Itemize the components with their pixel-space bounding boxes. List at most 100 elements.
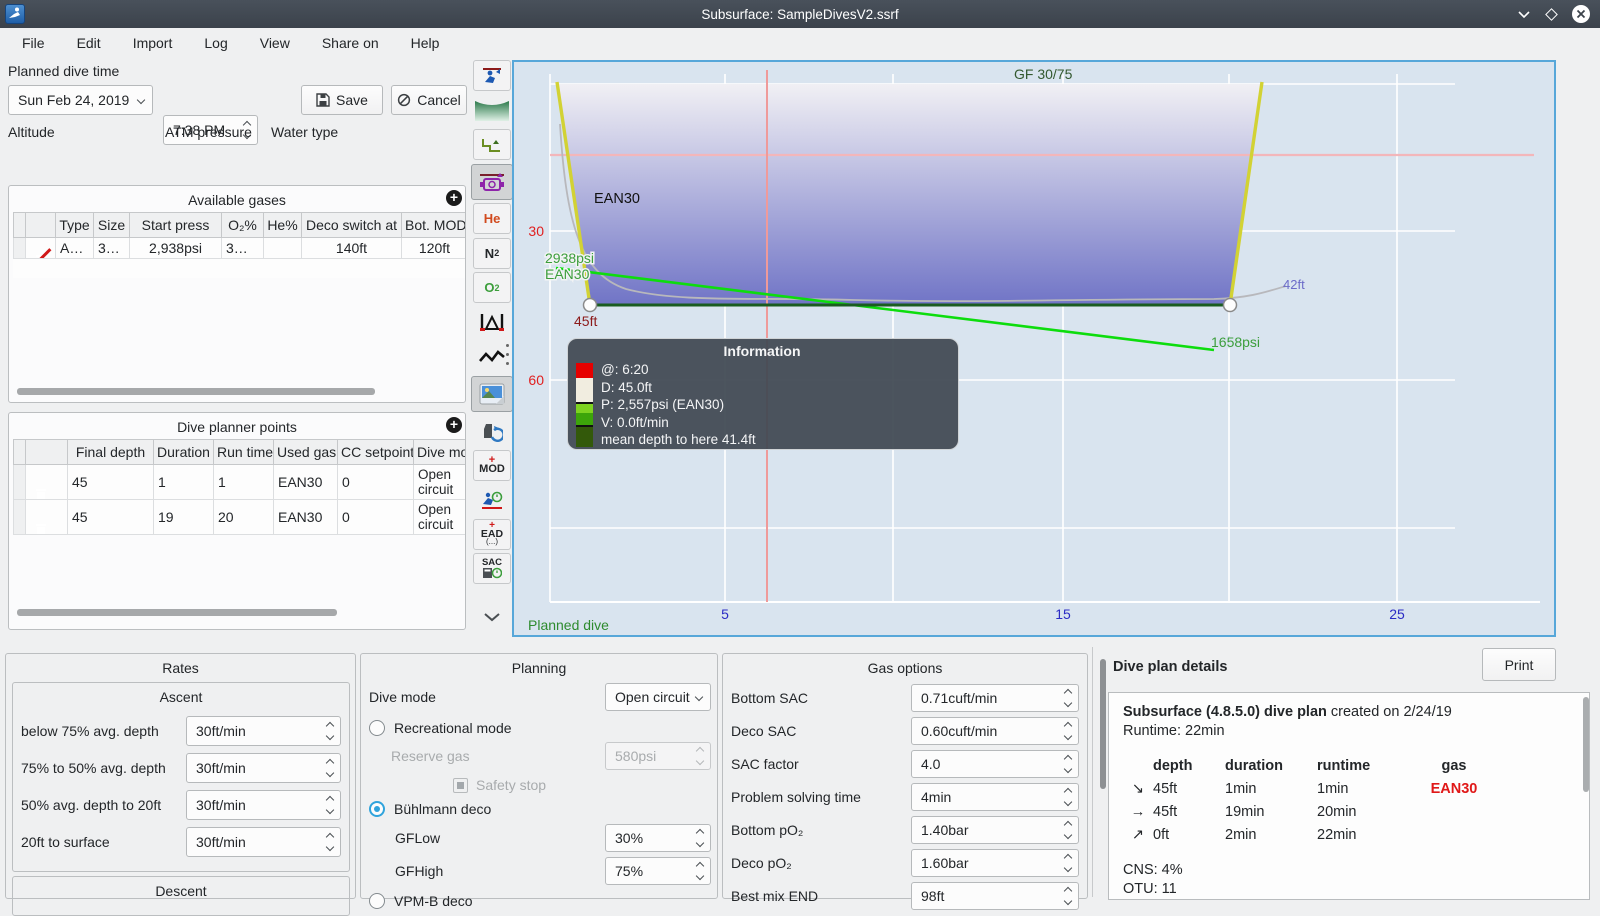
spin-down-icon[interactable] xyxy=(695,838,705,848)
gases-col-type[interactable]: Type xyxy=(55,212,94,238)
spin-down-icon[interactable] xyxy=(1063,797,1073,807)
toolbar-scroll-down-button[interactable] xyxy=(473,602,511,633)
point-duration-cell[interactable]: 19 xyxy=(153,499,214,535)
dive-date-combo[interactable]: Sun Feb 24, 2019 xyxy=(8,85,153,115)
gases-col-startpress[interactable]: Start press xyxy=(129,212,222,238)
details-panel-vscrollbar[interactable] xyxy=(1100,659,1106,789)
sac-toggle-button[interactable]: SAC xyxy=(473,553,511,584)
pheo-toggle-button[interactable]: He xyxy=(473,203,511,234)
point-duration-cell[interactable]: 1 xyxy=(153,464,214,500)
problem-solving-time-spinbox[interactable]: 4min xyxy=(911,783,1079,811)
bottom-po2-spinbox[interactable]: 1.40bar xyxy=(911,816,1079,844)
points-col-gas[interactable]: Used gas xyxy=(273,439,338,465)
buhlmann-deco-radio[interactable] xyxy=(369,801,385,817)
gfhigh-spinbox[interactable]: 75% xyxy=(605,857,711,885)
spin-up-icon[interactable] xyxy=(325,795,335,805)
spin-up-icon[interactable] xyxy=(325,832,335,842)
spin-down-icon[interactable] xyxy=(1063,830,1073,840)
sac-factor-spinbox[interactable]: 4.0 xyxy=(911,750,1079,778)
minimize-icon[interactable] xyxy=(1517,9,1531,19)
menu-log[interactable]: Log xyxy=(192,31,239,55)
gases-hscrollbar[interactable] xyxy=(17,388,375,395)
spin-up-icon[interactable] xyxy=(1063,886,1073,896)
mod-toggle-button[interactable]: + MOD xyxy=(473,449,511,481)
point-row[interactable]: 45 19 20 EAN30 0 Open circuit xyxy=(13,499,465,535)
gas-he-cell[interactable] xyxy=(263,237,302,259)
gas-row[interactable]: A… 3… 2,938psi 3… 140ft 120ft 98ft xyxy=(13,237,465,259)
spin-down-icon[interactable] xyxy=(325,842,335,852)
close-icon[interactable] xyxy=(1572,5,1590,23)
menu-edit[interactable]: Edit xyxy=(65,31,113,55)
spin-up-icon[interactable] xyxy=(325,758,335,768)
spin-up-icon[interactable] xyxy=(695,828,705,838)
dive-plan-text[interactable]: Subsurface (4.8.5.0) dive plan created o… xyxy=(1108,692,1590,900)
spin-down-icon[interactable] xyxy=(1063,764,1073,774)
gases-col-o2[interactable]: O₂% xyxy=(221,212,264,238)
best-mix-end-spinbox[interactable]: 98ft xyxy=(911,882,1079,910)
gas-change-button[interactable] xyxy=(473,415,511,446)
add-gas-button[interactable]: + xyxy=(446,190,462,206)
save-button[interactable]: Save xyxy=(301,85,383,115)
points-hscrollbar[interactable] xyxy=(17,609,337,616)
deco-po2-spinbox[interactable]: 1.60bar xyxy=(911,849,1079,877)
spin-up-icon[interactable] xyxy=(325,721,335,731)
menu-help[interactable]: Help xyxy=(399,31,452,55)
po2-toggle-button[interactable]: O2 xyxy=(473,272,511,303)
picture-toggle-button[interactable] xyxy=(471,375,513,412)
profile-point-handle[interactable] xyxy=(582,297,598,313)
plan-text-vscrollbar[interactable] xyxy=(1583,697,1589,792)
spin-up-icon[interactable] xyxy=(1063,787,1073,797)
gases-col-bot-mod[interactable]: Bot. MOD xyxy=(401,212,465,238)
heartrate-toggle-button[interactable] xyxy=(473,341,511,372)
point-setpoint-cell[interactable]: 0 xyxy=(337,464,414,500)
rate-50to20ft-spinbox[interactable]: 30ft/min xyxy=(186,790,341,820)
spin-up-icon[interactable] xyxy=(1063,853,1073,863)
points-col-runtime[interactable]: Run time xyxy=(213,439,274,465)
gas-size-cell[interactable]: 3… xyxy=(93,237,130,259)
rate-75to50-spinbox[interactable]: 30ft/min xyxy=(186,753,341,783)
tissue-heatmap-button[interactable] xyxy=(473,307,511,338)
rate-below75-spinbox[interactable]: 30ft/min xyxy=(186,716,341,746)
spin-down-icon[interactable] xyxy=(1063,698,1073,708)
pn2-toggle-button[interactable]: N2 xyxy=(473,237,511,269)
spin-down-icon[interactable] xyxy=(1063,731,1073,741)
gas-type-cell[interactable]: A… xyxy=(55,237,94,259)
spin-down-icon[interactable] xyxy=(325,731,335,741)
recreational-mode-radio[interactable] xyxy=(369,720,385,736)
gas-switch-cell[interactable]: 140ft xyxy=(301,237,402,259)
profile-point-handle[interactable] xyxy=(1222,297,1238,313)
menu-share-on[interactable]: Share on xyxy=(310,31,391,55)
dive-profile-chart[interactable]: GF 30/75 EAN30 2938psi EAN30 1658psi 45f… xyxy=(512,60,1556,637)
deco-sac-spinbox[interactable]: 0.60cuft/min xyxy=(911,717,1079,745)
gflow-spinbox[interactable]: 30% xyxy=(605,824,711,852)
menu-view[interactable]: View xyxy=(248,31,302,55)
calculated-ceiling-button[interactable] xyxy=(473,129,511,160)
gas-mod-cell[interactable]: 120ft xyxy=(401,237,465,259)
point-mode-cell[interactable]: Open circuit xyxy=(413,499,465,535)
print-button[interactable]: Print xyxy=(1482,648,1556,681)
menu-file[interactable]: File xyxy=(10,31,57,55)
bottom-sac-spinbox[interactable]: 0.71cuft/min xyxy=(911,684,1079,712)
maximize-icon[interactable] xyxy=(1545,7,1558,21)
vpmb-deco-radio[interactable] xyxy=(369,893,385,909)
dive-planner-tool-button[interactable] xyxy=(473,60,511,91)
rate-20ft-surface-spinbox[interactable]: 30ft/min xyxy=(186,827,341,857)
dive-mode-combo[interactable]: Open circuit xyxy=(605,683,711,711)
spin-down-icon[interactable] xyxy=(1063,863,1073,873)
point-setpoint-cell[interactable]: 0 xyxy=(337,499,414,535)
point-runtime-cell[interactable]: 1 xyxy=(213,464,274,500)
spin-down-icon[interactable] xyxy=(325,805,335,815)
point-depth-cell[interactable]: 45 xyxy=(67,499,154,535)
point-runtime-cell[interactable]: 20 xyxy=(213,499,274,535)
points-col-setpoint[interactable]: CC setpoint xyxy=(337,439,414,465)
dc-reported-ceiling-button[interactable] xyxy=(471,163,513,200)
profile-info-tooltip[interactable]: Information @: 6:20 D: 45.0ft P: 2,557ps… xyxy=(567,338,959,450)
gases-col-size[interactable]: Size xyxy=(93,212,130,238)
spin-up-icon[interactable] xyxy=(1063,721,1073,731)
ead-toggle-button[interactable]: + EAD (...) xyxy=(473,518,511,550)
points-col-depth[interactable]: Final depth xyxy=(67,439,154,465)
point-depth-cell[interactable]: 45 xyxy=(67,464,154,500)
points-col-duration[interactable]: Duration xyxy=(153,439,214,465)
spin-down-icon[interactable] xyxy=(1063,896,1073,906)
point-row[interactable]: 45 1 1 EAN30 0 Open circuit xyxy=(13,464,465,500)
